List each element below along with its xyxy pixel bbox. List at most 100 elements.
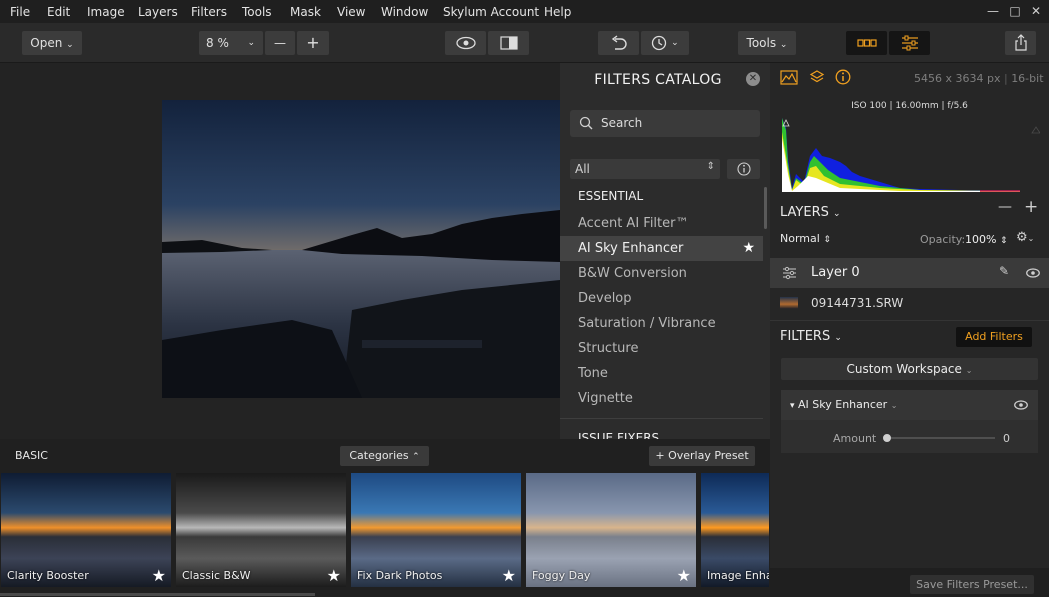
close-icon[interactable]: ✕ (746, 72, 760, 86)
layers-section[interactable]: LAYERS ⌄ (780, 205, 841, 220)
save-filters-preset-button[interactable]: Save Filters Preset... (910, 575, 1034, 594)
workspace-select[interactable]: Custom Workspace ⌄ (781, 358, 1038, 380)
preset-name: Fix Dark Photos (357, 569, 443, 582)
catalog-item-vignette[interactable]: Vignette (560, 386, 763, 411)
footer-bar: Save Filters Preset... (770, 568, 1049, 597)
star-icon[interactable]: ★ (327, 566, 341, 585)
preset-name: Classic B&W (182, 569, 251, 582)
toolbar: Open ⌄ 8 % ⌄ — + ⌄ Tools ⌄ (0, 23, 1049, 63)
close-button[interactable]: ✕ (1026, 2, 1046, 20)
image-thumbnail (780, 297, 798, 309)
filters-section[interactable]: FILTERS ⌄ (780, 329, 842, 344)
amount-slider[interactable] (887, 437, 995, 439)
layer-settings-button[interactable]: ⚙⌄ (1016, 230, 1034, 245)
catalog-section-essential: ESSENTIAL (578, 189, 644, 203)
preview-button[interactable] (445, 31, 486, 55)
category-dropdown[interactable]: All ⇕ (570, 159, 720, 179)
main-photo[interactable] (162, 100, 560, 398)
opacity-label: Opacity: (920, 233, 966, 246)
open-button[interactable]: Open ⌄ (22, 31, 82, 55)
filter-card: ▾ AI Sky Enhancer ⌄ Amount 0 (781, 390, 1038, 453)
star-icon[interactable]: ★ (677, 566, 691, 585)
preset-name: Image Enhancer (707, 569, 769, 582)
chevron-down-icon: ⌄ (1027, 234, 1035, 243)
eye-icon[interactable] (1026, 268, 1040, 278)
amount-slider-handle[interactable] (883, 434, 891, 442)
catalog-item-ai-sky-enhancer[interactable]: AI Sky Enhancer ★ (560, 236, 763, 261)
menu-view[interactable]: View (337, 5, 365, 19)
filter-name: AI Sky Enhancer (798, 398, 888, 411)
menu-layers[interactable]: Layers (138, 5, 178, 19)
catalog-item-saturation-vibrance[interactable]: Saturation / Vibrance (560, 311, 763, 336)
presets-view-button[interactable] (846, 31, 887, 55)
chevron-down-icon: ⌄ (834, 333, 842, 343)
image-canvas[interactable] (0, 63, 560, 439)
layers-icon[interactable] (809, 69, 825, 85)
remove-layer-button[interactable]: — (998, 199, 1012, 215)
menu-image[interactable]: Image (87, 5, 125, 19)
undo-button[interactable] (598, 31, 639, 55)
filter-header[interactable]: ▾ AI Sky Enhancer ⌄ (781, 390, 1038, 420)
maximize-button[interactable]: □ (1005, 2, 1025, 20)
overlay-preset-button[interactable]: + Overlay Preset (649, 446, 755, 466)
export-button[interactable] (1005, 31, 1036, 55)
histogram-icon[interactable] (780, 70, 798, 85)
mask-brush-icon[interactable]: ✎ (999, 264, 1009, 278)
menu-window[interactable]: Window (381, 5, 428, 19)
preset-thumbnail[interactable]: Fix Dark Photos ★ (351, 473, 521, 587)
chevron-down-icon: ⌄ (247, 38, 255, 48)
categories-label: Categories (349, 449, 409, 462)
compare-button[interactable] (488, 31, 529, 55)
menu-edit[interactable]: Edit (47, 5, 70, 19)
presets-grid-icon (856, 39, 877, 47)
open-label: Open (30, 36, 63, 50)
history-button[interactable]: ⌄ (641, 31, 689, 55)
filters-title: FILTERS (780, 329, 831, 344)
menu-filters[interactable]: Filters (191, 5, 227, 19)
menu-tools[interactable]: Tools (242, 5, 272, 19)
preset-thumbnail[interactable]: Classic B&W ★ (176, 473, 346, 587)
divider (560, 418, 763, 419)
add-layer-button[interactable]: + (1024, 197, 1038, 217)
zoom-in-button[interactable]: + (297, 31, 329, 55)
menu-skylum-account[interactable]: Skylum Account (443, 5, 539, 19)
preset-thumbnail[interactable]: Image Enhancer (701, 473, 769, 587)
star-icon[interactable]: ★ (502, 566, 516, 585)
eye-icon (455, 36, 476, 50)
base-image-row[interactable]: 09144731.SRW (770, 289, 1049, 317)
catalog-item-structure[interactable]: Structure (560, 336, 763, 361)
add-filters-button[interactable]: Add Filters (956, 327, 1032, 347)
file-name: 09144731.SRW (811, 296, 904, 310)
menu-mask[interactable]: Mask (290, 5, 321, 19)
info-icon[interactable] (835, 69, 851, 85)
catalog-item-tone[interactable]: Tone (560, 361, 763, 386)
catalog-item-bw-conversion[interactable]: B&W Conversion (560, 261, 763, 286)
zoom-out-button[interactable]: — (265, 31, 295, 55)
opacity-select[interactable]: 100% ⇕ (965, 233, 1008, 246)
presets-scrollbar[interactable] (0, 593, 315, 596)
catalog-item-develop[interactable]: Develop (560, 286, 763, 311)
tools-button[interactable]: Tools ⌄ (738, 31, 796, 55)
minimize-button[interactable]: — (983, 2, 1003, 20)
eye-icon[interactable] (1014, 400, 1028, 410)
info-icon (737, 162, 751, 176)
dimensions-value: 5456 x 3634 px (914, 72, 1001, 85)
menu-file[interactable]: File (10, 5, 30, 19)
blend-mode-select[interactable]: Normal ⇕ (780, 232, 831, 245)
preset-thumbnail[interactable]: Clarity Booster ★ (1, 473, 171, 587)
categories-button[interactable]: Categories ⌃ (340, 446, 429, 466)
zoom-select[interactable]: 8 % ⌄ (199, 31, 263, 55)
layers-title: LAYERS (780, 205, 829, 220)
preset-thumbnail[interactable]: Foggy Day ★ (526, 473, 696, 587)
menu-help[interactable]: Help (544, 5, 571, 19)
edit-view-button[interactable] (889, 31, 930, 55)
star-icon[interactable]: ★ (742, 236, 755, 261)
info-button[interactable] (727, 159, 760, 179)
star-icon[interactable]: ★ (152, 566, 166, 585)
catalog-title: FILTERS CATALOG (594, 72, 722, 88)
catalog-item-accent-ai[interactable]: Accent AI Filter™ (560, 211, 763, 236)
catalog-scrollbar[interactable] (764, 187, 767, 229)
layer-row[interactable]: Layer 0 ✎ (770, 258, 1049, 288)
adjustment-layer-icon (783, 266, 796, 280)
search-input[interactable]: Search (570, 110, 760, 137)
